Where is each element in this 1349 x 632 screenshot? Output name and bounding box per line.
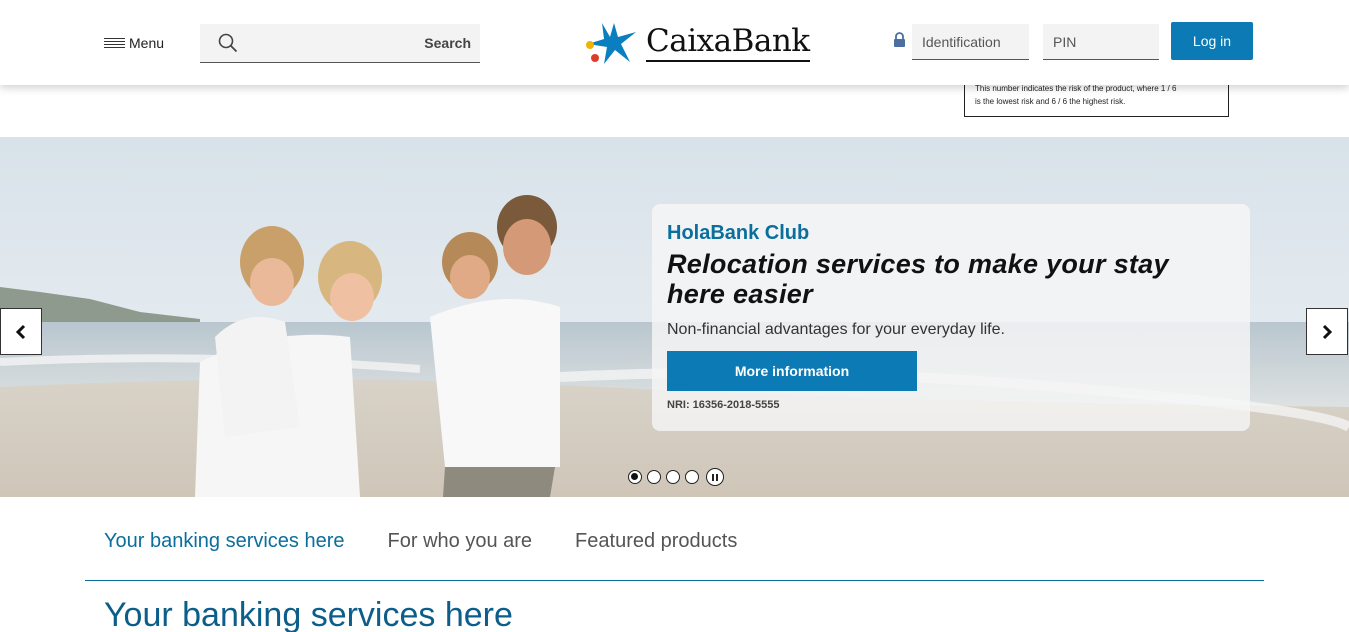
promo-kicker: HolaBank Club: [667, 222, 810, 244]
hamburger-icon: [104, 38, 125, 48]
promo-nri: NRI: 16356-2018-5555: [667, 399, 780, 411]
chevron-left-icon: [15, 324, 26, 339]
carousel-dot[interactable]: [685, 470, 699, 484]
login-button[interactable]: Log in: [1171, 22, 1253, 60]
services-tabs: Your banking services here For who you a…: [104, 530, 737, 553]
section-title: Your banking services here: [104, 596, 513, 632]
identification-field[interactable]: [912, 24, 1029, 60]
tab-featured-products[interactable]: Featured products: [575, 530, 737, 553]
logo-wordmark: CaixaBank: [646, 24, 810, 62]
tabs-divider: [85, 580, 1264, 581]
hero-carousel: HolaBank Club Relocation services to mak…: [0, 137, 1349, 497]
menu-label: Menu: [129, 35, 165, 51]
star-logo-icon: [586, 23, 636, 64]
search-icon[interactable]: [218, 33, 238, 53]
pin-field[interactable]: [1043, 24, 1159, 60]
carousel-dot[interactable]: [666, 470, 680, 484]
lock-icon: [894, 32, 905, 47]
carousel-dot[interactable]: [628, 470, 642, 484]
promo-subtitle: Non-financial advantages for your everyd…: [667, 321, 1005, 338]
carousel-next-button[interactable]: [1306, 308, 1348, 355]
carousel-pagination: [628, 468, 724, 486]
chevron-right-icon: [1322, 324, 1333, 339]
promo-panel: HolaBank Club Relocation services to mak…: [652, 204, 1250, 431]
tab-your-banking-services[interactable]: Your banking services here: [104, 530, 345, 553]
pause-icon[interactable]: [706, 468, 724, 486]
tab-for-who-you-are[interactable]: For who you are: [388, 530, 533, 553]
site-header: Menu Search CaixaBank Log in: [0, 0, 1349, 85]
search-bar[interactable]: Search: [200, 24, 480, 63]
carousel-dot[interactable]: [647, 470, 661, 484]
search-label[interactable]: Search: [424, 35, 471, 51]
promo-headline: Relocation services to make your stay he…: [667, 249, 1169, 309]
menu-button[interactable]: Menu: [104, 33, 164, 53]
more-information-button[interactable]: More information: [667, 351, 917, 391]
risk-note-line: is the lowest risk and 6 / 6 the highest…: [975, 97, 1126, 106]
caixabank-logo[interactable]: CaixaBank: [584, 20, 810, 66]
carousel-prev-button[interactable]: [0, 308, 42, 355]
